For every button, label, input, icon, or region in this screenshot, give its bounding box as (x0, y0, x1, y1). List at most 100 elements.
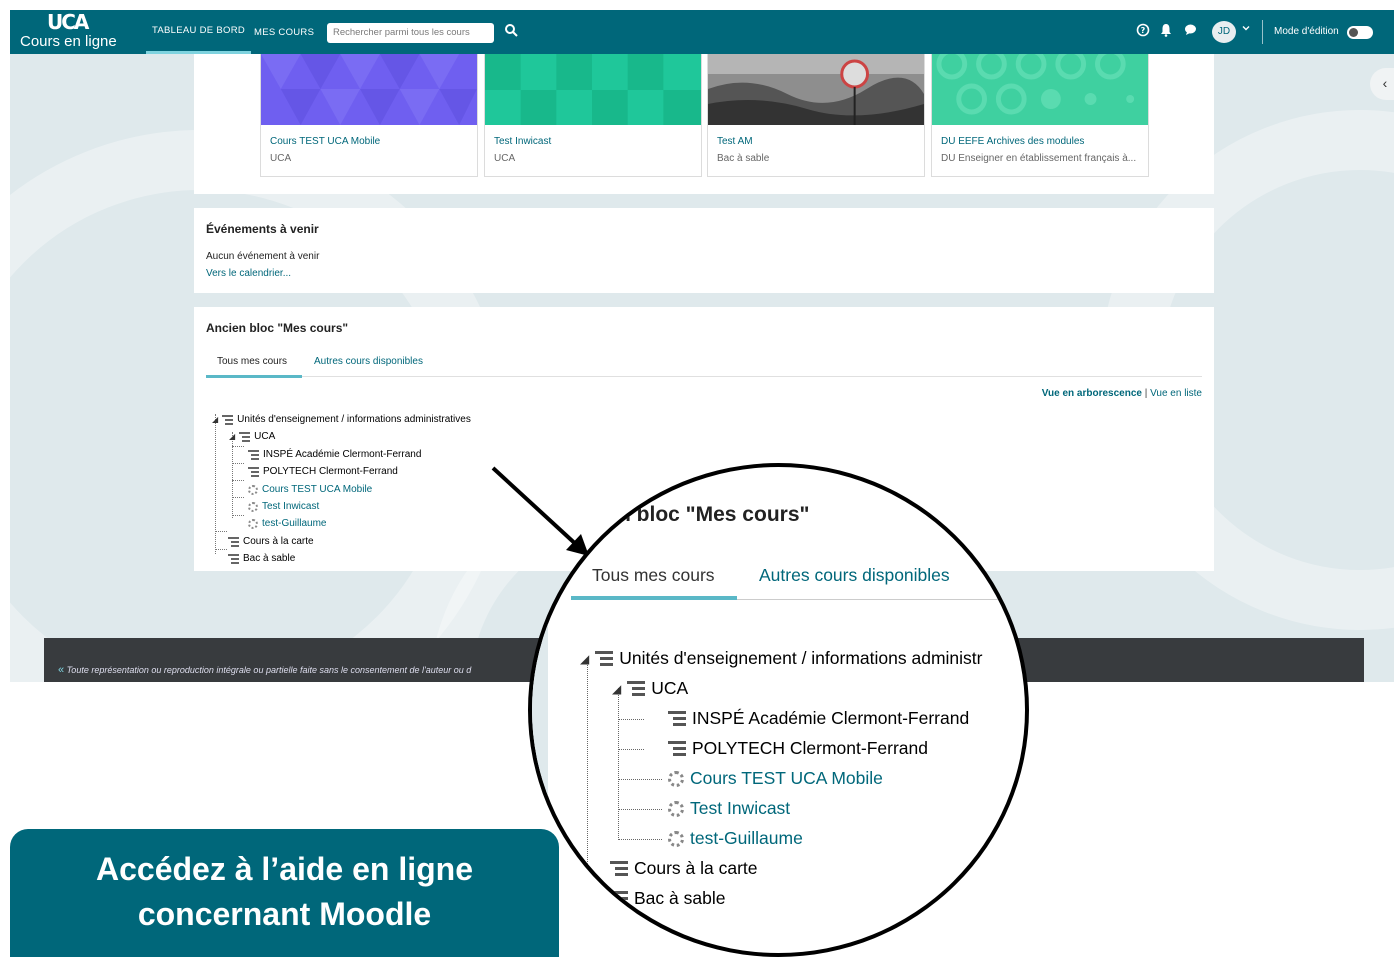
tree-connector (618, 719, 644, 720)
help-icon[interactable]: ? (1135, 23, 1151, 41)
tree-connector (215, 531, 227, 532)
course-icon (248, 484, 258, 495)
course-category: UCA (494, 153, 516, 164)
tree-connector (232, 446, 244, 447)
tree-item-course[interactable]: Test Inwicast (248, 501, 319, 512)
course-card[interactable]: Test Inwicast UCA (484, 54, 702, 177)
category-icon (627, 680, 646, 698)
zoom-tab-all-my-courses[interactable]: Tous mes cours (592, 565, 715, 586)
nav-my-courses[interactable]: MES COURS (248, 10, 320, 54)
tree-expand-icon[interactable]: ◢ (612, 682, 621, 696)
category-icon (222, 414, 234, 425)
tree-item-category[interactable]: POLYTECH Clermont-Ferrand (248, 466, 398, 477)
category-icon (228, 553, 239, 564)
course-title[interactable]: Test Inwicast (494, 136, 551, 147)
no-events-text: Aucun événement à venir (206, 251, 320, 262)
category-icon (228, 536, 239, 547)
edit-mode-toggle[interactable] (1347, 26, 1373, 39)
view-switcher: Vue en arborescence | Vue en liste (1042, 388, 1202, 399)
block-title: Événements à venir (206, 222, 319, 236)
tab-active-indicator (206, 375, 302, 378)
zoom-tree-item-category[interactable]: INSPÉ Académie Clermont-Ferrand (668, 708, 969, 729)
zoom-tree-item-category[interactable]: ◢ UCA (612, 678, 688, 699)
footer-text: « Toute représentation ou reproduction i… (58, 664, 472, 676)
tree-connector (618, 749, 644, 750)
view-tree-link[interactable]: Vue en arborescence (1042, 388, 1142, 399)
zoom-tree-item-category[interactable]: Cours à la carte (610, 858, 758, 879)
course-icon (668, 770, 684, 787)
course-image (485, 54, 701, 126)
tree-connector (618, 809, 662, 810)
calendar-link[interactable]: Vers le calendrier... (206, 268, 291, 279)
course-icon (248, 501, 258, 512)
course-card[interactable]: Cours TEST UCA Mobile UCA (260, 54, 478, 177)
zoom-tab-other-courses[interactable]: Autres cours disponibles (759, 565, 950, 586)
tree-item-label: POLYTECH Clermont-Ferrand (692, 738, 928, 758)
bell-icon[interactable] (1158, 23, 1174, 41)
chat-icon[interactable] (1182, 23, 1198, 41)
tree-expand-icon[interactable]: ◢ (580, 652, 589, 666)
site-logo[interactable]: UCA Cours en ligne (20, 12, 130, 52)
nav-dashboard[interactable]: TABLEAU DE BORD (146, 10, 252, 54)
tree-item-label: Bac à sable (634, 888, 726, 908)
tree-item-label: Test Inwicast (690, 798, 791, 818)
zoom-tree-item-course[interactable]: Cours TEST UCA Mobile (668, 768, 883, 789)
course-card[interactable]: DU EEFE Archives des modules DU Enseigne… (931, 48, 1149, 177)
course-title[interactable]: DU EEFE Archives des modules (941, 136, 1084, 147)
tree-item-category[interactable]: Cours à la carte (228, 536, 314, 547)
user-avatar[interactable]: JD (1212, 21, 1236, 43)
zoom-tree-item-category[interactable]: Bac à sable (610, 888, 725, 909)
course-title[interactable]: Test AM (717, 136, 753, 147)
tree-connector (232, 497, 244, 498)
tree-item-label: Cours TEST UCA Mobile (690, 768, 883, 788)
tree-item-category[interactable]: INSPÉ Académie Clermont-Ferrand (248, 449, 421, 460)
tree-item-label: test-Guillaume (262, 518, 327, 529)
tree-item-label: UCA (254, 431, 276, 442)
course-image (932, 48, 1148, 125)
tab-other-courses[interactable]: Autres cours disponibles (314, 356, 423, 367)
drawer-toggle-button[interactable]: ‹ (1370, 68, 1394, 100)
course-title[interactable]: Cours TEST UCA Mobile (270, 136, 380, 147)
tree-item-label: Cours TEST UCA Mobile (262, 484, 373, 495)
tree-item-category[interactable]: Bac à sable (228, 553, 295, 564)
course-category: Bac à sable (717, 153, 770, 164)
navbar-separator (1262, 20, 1263, 44)
help-call-to-action[interactable]: Accédez à l’aide en ligne concernant Moo… (10, 829, 559, 957)
tree-expand-icon[interactable]: ◢ (229, 432, 235, 441)
course-category: UCA (270, 153, 292, 164)
tree-item-course[interactable]: Cours TEST UCA Mobile (248, 484, 372, 495)
tree-item-label: Unités d'enseignement / informations adm… (237, 414, 471, 425)
quote-icon: « (58, 664, 65, 676)
tree-item-label: Test Inwicast (262, 501, 320, 512)
course-card[interactable]: Test AM Bac à sable (707, 54, 925, 177)
tree-connector (232, 432, 233, 518)
course-icon (668, 830, 684, 847)
tree-connector (232, 463, 244, 464)
tree-expand-icon[interactable]: ◢ (212, 415, 218, 424)
tree-item-category[interactable]: ◢ UCA (229, 431, 275, 442)
zoom-tree-item-course[interactable]: test-Guillaume (668, 828, 803, 849)
tree-item-course[interactable]: test-Guillaume (248, 518, 326, 529)
recent-courses-block: Cours TEST UCA Mobile UCA Test Inwicast … (194, 48, 1214, 194)
tree-item-label: POLYTECH Clermont-Ferrand (263, 466, 398, 477)
svg-text:?: ? (1141, 26, 1146, 35)
category-icon (610, 860, 628, 878)
tree-item-label: Cours à la carte (243, 536, 314, 547)
view-list-link[interactable]: Vue en liste (1150, 388, 1202, 399)
tree-item-label: test-Guillaume (690, 828, 803, 848)
zoom-tree-item-course[interactable]: Test Inwicast (668, 798, 790, 819)
zoom-tree-item-category[interactable]: POLYTECH Clermont-Ferrand (668, 738, 928, 759)
tree-item-category[interactable]: ◢ Unités d'enseignement / informations a… (212, 414, 471, 425)
tree-connector (618, 779, 662, 780)
cta-line-2: concernant Moodle (137, 896, 432, 932)
course-image (708, 54, 924, 125)
block-title: Ancien bloc "Mes cours" (206, 321, 349, 335)
view-separator: | (1144, 388, 1148, 399)
tab-all-my-courses[interactable]: Tous mes cours (217, 356, 287, 367)
tree-item-label: Unités d'enseignement / informations adm… (619, 648, 983, 668)
zoom-tree-item-category[interactable]: ◢ Unités d'enseignement / informations a… (580, 648, 982, 669)
tree-connector (618, 839, 662, 840)
chevron-down-icon[interactable] (1238, 23, 1254, 41)
search-icon[interactable] (504, 23, 520, 41)
search-input[interactable]: Rechercher parmi tous les cours (327, 23, 494, 43)
